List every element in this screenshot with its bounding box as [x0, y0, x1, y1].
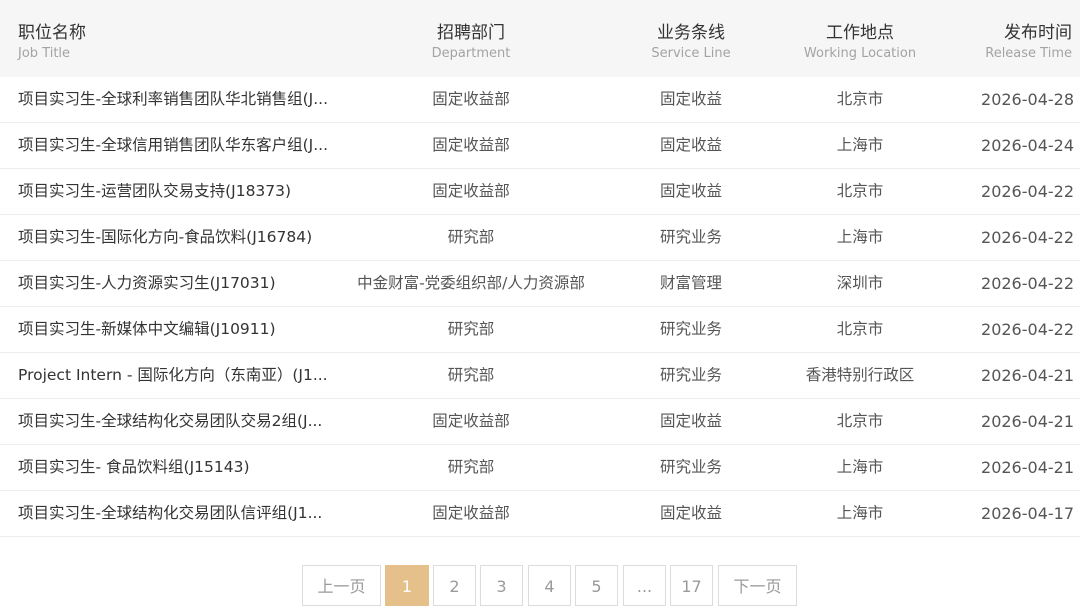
header-service-line-cn: 业务条线 — [657, 23, 725, 43]
job-location: 北京市 — [836, 90, 884, 108]
job-service-line: 固定收益 — [659, 504, 722, 522]
job-department: 研究部 — [447, 228, 495, 246]
job-service-line: 固定收益 — [659, 90, 722, 108]
page-ellipsis[interactable]: ... — [623, 565, 666, 606]
table-row[interactable]: 项目实习生-运营团队交易支持(J18373) 固定收益部 固定收益 北京市 20… — [0, 169, 1080, 215]
header-release-time-cn: 发布时间 — [1004, 23, 1072, 43]
job-service-line: 研究业务 — [659, 228, 722, 246]
table-row[interactable]: 项目实习生-全球结构化交易团队信评组(J1... 固定收益部 固定收益 上海市 … — [0, 491, 1080, 537]
page-button-3[interactable]: 3 — [480, 565, 523, 606]
job-location: 北京市 — [836, 412, 884, 430]
job-service-line: 研究业务 — [659, 366, 722, 384]
job-release-date: 2026-04-22 — [981, 182, 1074, 201]
job-table: 职位名称 Job Title 招聘部门 Department 业务条线 Serv… — [0, 0, 1080, 537]
job-location: 北京市 — [836, 320, 884, 338]
job-department: 固定收益部 — [432, 182, 510, 200]
table-row[interactable]: 项目实习生-人力资源实习生(J17031) 中金财富-党委组织部/人力资源部 财… — [0, 261, 1080, 307]
job-department: 固定收益部 — [432, 136, 510, 154]
job-service-line: 财富管理 — [659, 274, 722, 292]
job-release-date: 2026-04-21 — [981, 458, 1074, 477]
job-service-line: 研究业务 — [659, 320, 722, 338]
job-title-link[interactable]: 项目实习生-全球结构化交易团队信评组(J1... — [18, 491, 348, 536]
job-release-date: 2026-04-28 — [981, 90, 1074, 109]
table-row[interactable]: 项目实习生-新媒体中文编辑(J10911) 研究部 研究业务 北京市 2026-… — [0, 307, 1080, 353]
job-location: 上海市 — [836, 504, 884, 522]
table-row[interactable]: Project Intern - 国际化方向（东南亚）(J1... 研究部 研究… — [0, 353, 1080, 399]
job-release-date: 2026-04-22 — [981, 274, 1074, 293]
table-row[interactable]: 项目实习生-全球信用销售团队华东客户组(J... 固定收益部 固定收益 上海市 … — [0, 123, 1080, 169]
job-release-date: 2026-04-21 — [981, 366, 1074, 385]
job-location: 北京市 — [836, 182, 884, 200]
job-location: 香港特别行政区 — [805, 366, 915, 384]
job-department: 固定收益部 — [432, 412, 510, 430]
job-title-link[interactable]: 项目实习生-全球结构化交易团队交易2组(J... — [18, 399, 348, 444]
table-row[interactable]: 项目实习生-国际化方向-食品饮料(J16784) 研究部 研究业务 上海市 20… — [0, 215, 1080, 261]
table-row[interactable]: 项目实习生- 食品饮料组(J15143) 研究部 研究业务 上海市 2026-0… — [0, 445, 1080, 491]
page-button-17[interactable]: 17 — [670, 565, 713, 606]
table-row[interactable]: 项目实习生-全球利率销售团队华北销售组(J... 固定收益部 固定收益 北京市 … — [0, 77, 1080, 123]
page-button-2[interactable]: 2 — [433, 565, 476, 606]
job-location: 上海市 — [836, 136, 884, 154]
job-location: 深圳市 — [836, 274, 884, 292]
header-job-title-en: Job Title — [18, 46, 71, 61]
job-title-link[interactable]: 项目实习生-运营团队交易支持(J18373) — [18, 169, 348, 214]
job-location: 上海市 — [836, 458, 884, 476]
job-department: 研究部 — [447, 320, 495, 338]
job-service-line: 研究业务 — [659, 458, 722, 476]
next-page-button[interactable]: 下一页 — [718, 565, 797, 606]
job-release-date: 2026-04-24 — [981, 136, 1074, 155]
job-department: 固定收益部 — [432, 90, 510, 108]
table-header: 职位名称 Job Title 招聘部门 Department 业务条线 Serv… — [0, 0, 1080, 77]
job-title-link[interactable]: 项目实习生-国际化方向-食品饮料(J16784) — [18, 215, 348, 260]
page-button-5[interactable]: 5 — [575, 565, 618, 606]
header-service-line-en: Service Line — [651, 46, 731, 61]
job-title-link[interactable]: 项目实习生- 食品饮料组(J15143) — [18, 445, 348, 490]
job-title-link[interactable]: 项目实习生-全球信用销售团队华东客户组(J... — [18, 123, 348, 168]
job-department: 研究部 — [447, 366, 495, 384]
job-release-date: 2026-04-22 — [981, 320, 1074, 339]
header-job-title-cn: 职位名称 — [18, 23, 86, 43]
job-title-link[interactable]: 项目实习生-全球利率销售团队华北销售组(J... — [18, 77, 348, 122]
header-department-en: Department — [431, 46, 511, 61]
job-title-link[interactable]: Project Intern - 国际化方向（东南亚）(J1... — [18, 353, 348, 398]
job-title-link[interactable]: 项目实习生-新媒体中文编辑(J10911) — [18, 307, 348, 352]
job-title-link[interactable]: 项目实习生-人力资源实习生(J17031) — [18, 261, 348, 306]
prev-page-button[interactable]: 上一页 — [302, 565, 381, 606]
header-department: 招聘部门 Department — [371, 0, 571, 77]
job-release-date: 2026-04-17 — [981, 504, 1074, 523]
page-button-1[interactable]: 1 — [385, 565, 429, 606]
page-button-4[interactable]: 4 — [528, 565, 571, 606]
job-department: 研究部 — [447, 458, 495, 476]
job-service-line: 固定收益 — [659, 136, 722, 154]
header-job-title: 职位名称 Job Title — [18, 0, 218, 77]
job-location: 上海市 — [836, 228, 884, 246]
job-service-line: 固定收益 — [659, 182, 722, 200]
job-department: 中金财富-党委组织部/人力资源部 — [357, 274, 585, 292]
job-release-date: 2026-04-21 — [981, 412, 1074, 431]
job-service-line: 固定收益 — [659, 412, 722, 430]
table-body: 项目实习生-全球利率销售团队华北销售组(J... 固定收益部 固定收益 北京市 … — [0, 77, 1080, 537]
job-release-date: 2026-04-22 — [981, 228, 1074, 247]
job-department: 固定收益部 — [432, 504, 510, 522]
table-row[interactable]: 项目实习生-全球结构化交易团队交易2组(J... 固定收益部 固定收益 北京市 … — [0, 399, 1080, 445]
header-release-time-en: Release Time — [985, 46, 1072, 61]
header-department-cn: 招聘部门 — [437, 23, 505, 43]
header-release-time: 发布时间 Release Time — [912, 0, 1072, 77]
header-service-line: 业务条线 Service Line — [611, 0, 771, 77]
